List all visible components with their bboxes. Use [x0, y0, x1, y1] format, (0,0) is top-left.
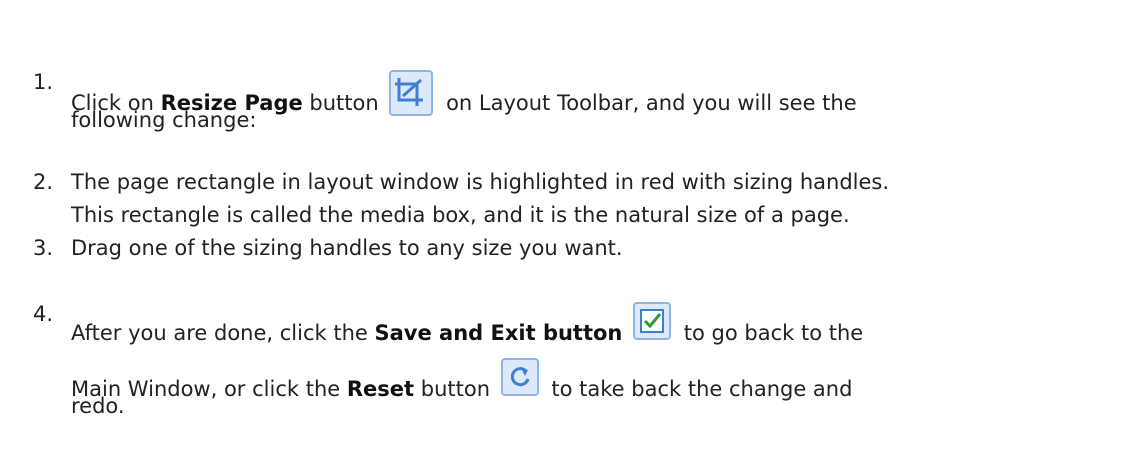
step-line: The page rectangle in layout window is h… — [71, 170, 890, 194]
step-number: 1. — [33, 70, 54, 94]
reset-icon — [500, 358, 539, 396]
step-number: 4. — [33, 302, 54, 326]
list-item: 3. Drag one of the sizing handles to any… — [33, 236, 1133, 272]
list-item: 4. After you are done, click the Save an… — [33, 290, 1133, 450]
list-item: 1. Click on Resize Page button on Layout… — [33, 70, 1133, 160]
step-text: button — [414, 377, 491, 401]
resize-page-icon — [389, 70, 434, 116]
step-number: 3. — [33, 236, 54, 260]
step-text: to take back the change and — [551, 377, 853, 401]
step-line: following change: — [71, 108, 257, 132]
step-text: After you are done, click the — [71, 321, 375, 345]
step-line: Main Window, or click the Reset button t… — [71, 358, 852, 401]
step-text: button — [302, 91, 379, 115]
document-page: { "steps": [ { "number": "1.", "pre": "C… — [0, 0, 1137, 455]
step-text: on Layout Toolbar, and you will see the — [446, 91, 857, 115]
step-line: This rectangle is called the media box, … — [71, 203, 850, 227]
step-line: After you are done, click the Save and E… — [71, 302, 863, 345]
list-item: 2. The page rectangle in layout window i… — [33, 170, 1133, 242]
step-line: Drag one of the sizing handles to any si… — [71, 236, 623, 260]
step-bold-text: Save and Exit button — [374, 321, 623, 345]
step-line: redo. — [71, 394, 125, 418]
save-and-exit-icon — [633, 302, 672, 340]
step-number: 2. — [33, 170, 54, 194]
step-bold-text: Reset — [346, 377, 415, 401]
step-text: to go back to the — [683, 321, 864, 345]
